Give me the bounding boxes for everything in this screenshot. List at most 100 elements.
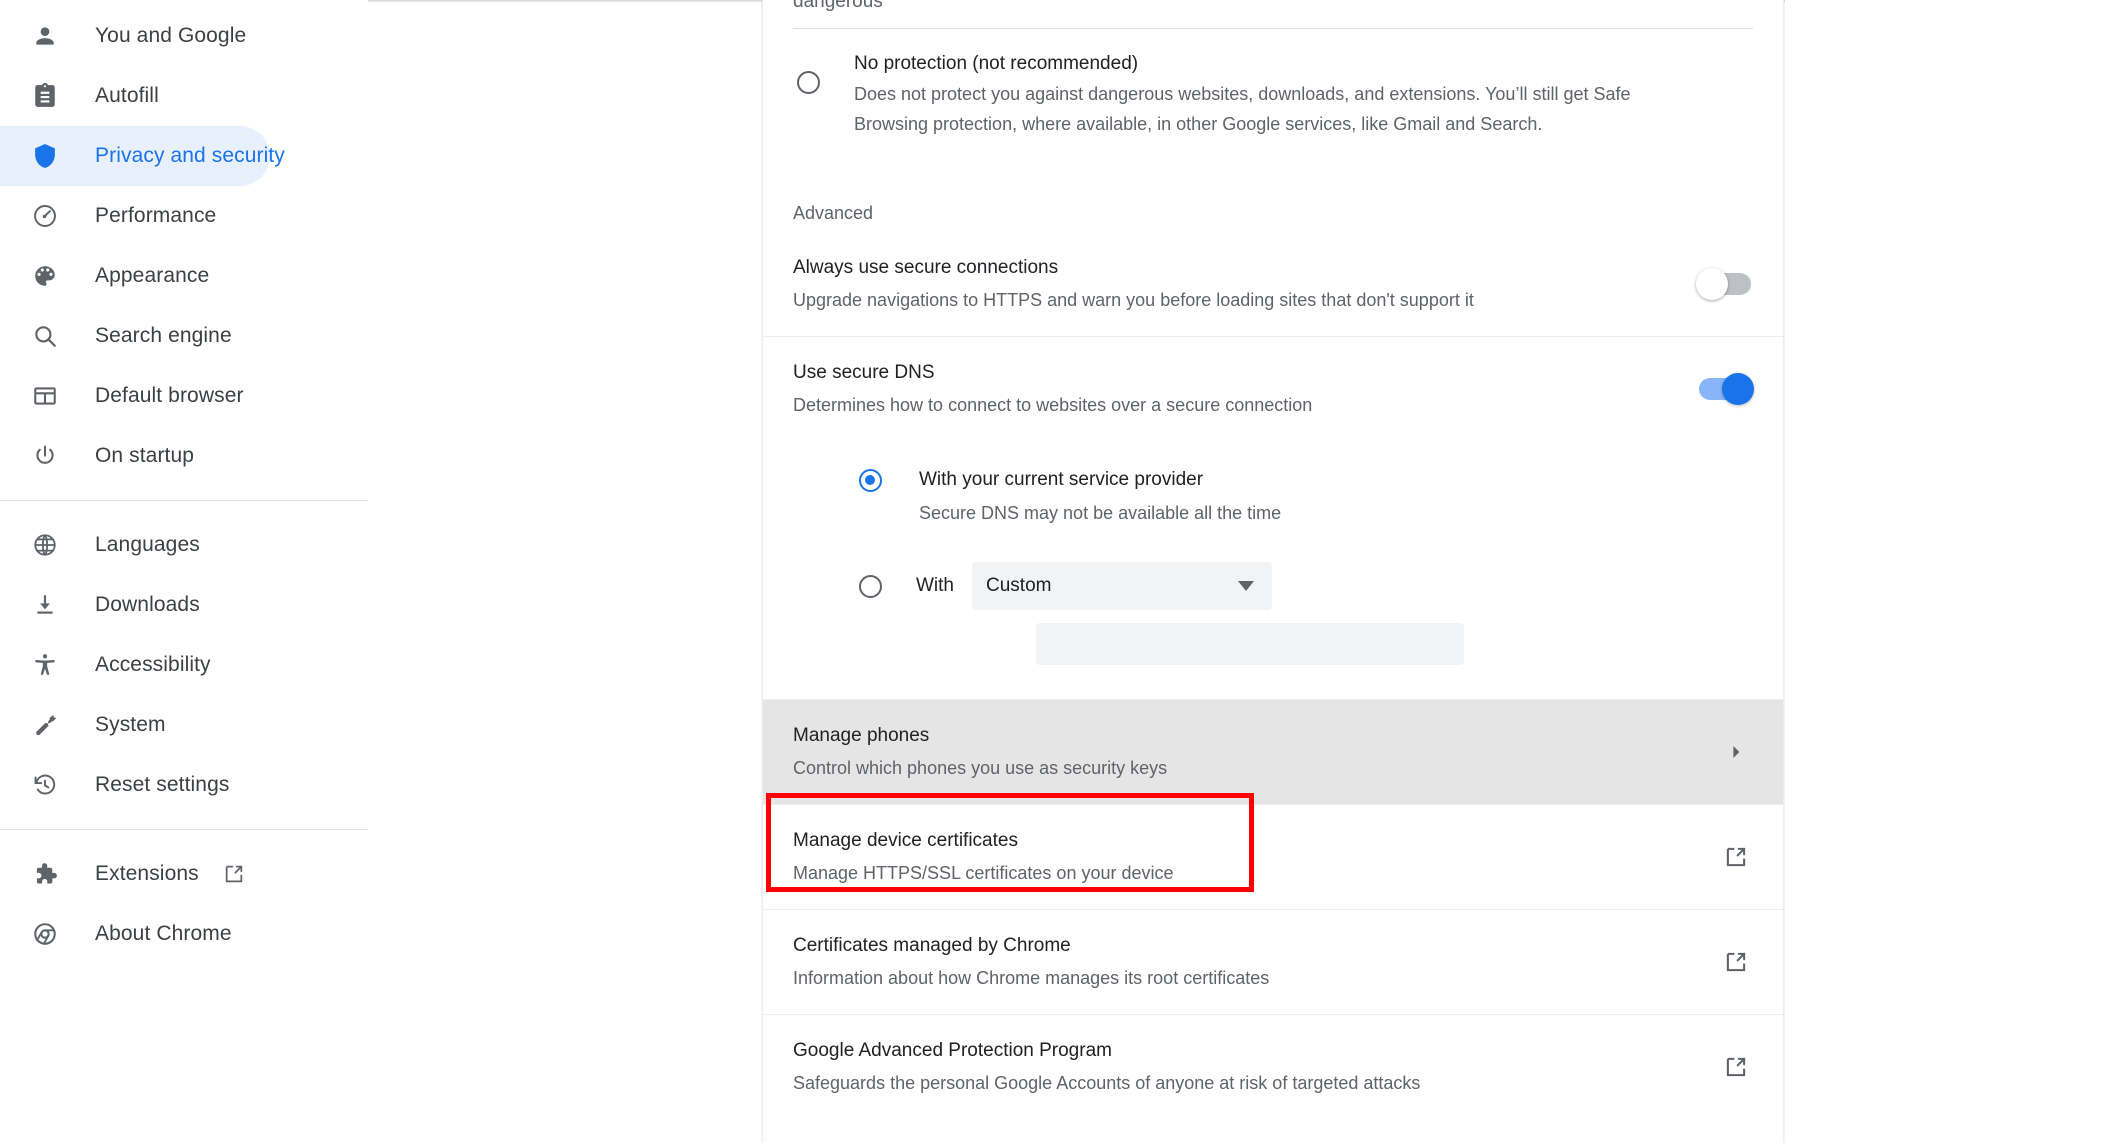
sidebar-item-reset-settings[interactable]: Reset settings (0, 755, 368, 815)
chrome-logo-icon (30, 919, 60, 949)
sidebar-item-label: Privacy and security (95, 144, 285, 167)
external-link-icon (223, 863, 245, 885)
sidebar-item-label: Autofill (95, 84, 159, 107)
manage-device-certificates-row[interactable]: Manage device certificates Manage HTTPS/… (763, 804, 1783, 909)
no-protection-desc-line1: Does not protect you against dangerous w… (854, 84, 1631, 104)
no-protection-option[interactable]: No protection (not recommended) Does not… (763, 29, 1783, 161)
clipped-label: dangerous (793, 0, 883, 12)
always-secure-desc: Upgrade navigations to HTTPS and warn yo… (793, 290, 1474, 310)
secure-dns-toggle[interactable] (1699, 373, 1754, 405)
secure-dns-title: Use secure DNS (793, 362, 935, 383)
toggle-knob (1722, 373, 1754, 405)
sidebar-item-label: Extensions (95, 862, 199, 885)
sidebar-item-appearance[interactable]: Appearance (0, 246, 368, 306)
always-secure-title: Always use secure connections (793, 257, 1059, 278)
certificates-managed-by-chrome-row[interactable]: Certificates managed by Chrome Informati… (763, 909, 1783, 1014)
sidebar-item-autofill[interactable]: Autofill (0, 66, 368, 126)
sidebar-item-label: You and Google (95, 24, 247, 47)
dns-provider-radio[interactable] (859, 469, 885, 492)
dns-provider-title: With your current service provider (919, 469, 1204, 490)
settings-sidebar: You and Google Autofill Privacy and secu… (0, 0, 368, 1143)
sidebar-item-label: Appearance (95, 264, 210, 287)
manage-device-certificates-title: Manage device certificates (793, 830, 1018, 851)
always-secure-text: Always use secure connections Upgrade na… (793, 254, 1699, 314)
radio-circle (859, 469, 882, 492)
browser-window-icon (30, 381, 60, 411)
always-secure-toggle[interactable] (1696, 268, 1751, 300)
dns-provider-select-value: Custom (986, 575, 1052, 596)
manage-phones-row[interactable]: Manage phones Control which phones you u… (763, 699, 1783, 804)
sidebar-item-about-chrome[interactable]: About Chrome (0, 904, 368, 964)
always-use-secure-connections-row[interactable]: Always use secure connections Upgrade na… (763, 232, 1783, 336)
puzzle-icon (30, 859, 60, 889)
sidebar-item-you-and-google[interactable]: You and Google (0, 6, 368, 66)
dns-custom-with-label: With (916, 575, 954, 596)
wrench-icon (30, 710, 60, 740)
google-advanced-protection-row[interactable]: Google Advanced Protection Program Safeg… (763, 1014, 1783, 1119)
chrome-settings-page: You and Google Autofill Privacy and secu… (0, 0, 2121, 1143)
sidebar-group-primary: You and Google Autofill Privacy and secu… (0, 6, 368, 486)
clipped-text-row: dangerous (763, 0, 1783, 28)
sidebar-item-privacy-and-security[interactable]: Privacy and security (0, 126, 285, 186)
sidebar-item-on-startup[interactable]: On startup (0, 426, 368, 486)
sidebar-item-search-engine[interactable]: Search engine (0, 306, 368, 366)
sidebar-divider-1 (0, 500, 368, 501)
certificates-managed-desc: Information about how Chrome manages its… (793, 968, 1270, 988)
dns-provider-select[interactable]: Custom (972, 562, 1272, 610)
no-protection-desc-line2: Browsing protection, where available, in… (854, 114, 1543, 134)
no-protection-text: No protection (not recommended) Does not… (854, 49, 1631, 139)
sidebar-item-label: About Chrome (95, 922, 232, 945)
speedometer-icon (30, 201, 60, 231)
external-link-icon[interactable] (1723, 1054, 1749, 1080)
settings-content-card: dangerous No protection (not recommended… (762, 0, 1784, 1143)
sidebar-item-label: System (95, 713, 166, 736)
certificates-managed-text: Certificates managed by Chrome Informati… (793, 932, 1723, 992)
sidebar-item-extensions[interactable]: Extensions (0, 844, 368, 904)
sidebar-item-label: Performance (95, 204, 217, 227)
right-empty-area (1785, 0, 2121, 1143)
clipboard-icon (30, 81, 60, 111)
dns-provider-sub: Secure DNS may not be available all the … (919, 503, 1282, 523)
certificates-managed-title: Certificates managed by Chrome (793, 935, 1071, 956)
manage-device-certificates-text: Manage device certificates Manage HTTPS/… (793, 827, 1723, 887)
sidebar-group-secondary: Languages Downloads Accessibility System (0, 515, 368, 815)
manage-device-certificates-desc: Manage HTTPS/SSL certificates on your de… (793, 863, 1174, 883)
sidebar-item-default-browser[interactable]: Default browser (0, 366, 368, 426)
toggle-knob (1696, 268, 1728, 300)
dns-option-current-provider[interactable]: With your current service provider Secur… (859, 467, 1753, 526)
dns-custom-radio[interactable] (859, 574, 882, 598)
dns-provider-labels: With your current service provider Secur… (919, 467, 1281, 526)
external-link-icon[interactable] (1723, 949, 1749, 975)
secure-dns-options: With your current service provider Secur… (763, 441, 1783, 699)
sidebar-item-performance[interactable]: Performance (0, 186, 368, 246)
dns-option-custom[interactable]: With Custom (859, 562, 1753, 610)
no-protection-title: No protection (not recommended) (854, 53, 1139, 74)
radio-circle (859, 574, 882, 598)
sidebar-item-label: Default browser (95, 384, 244, 407)
sidebar-item-system[interactable]: System (0, 695, 368, 755)
sidebar-group-tertiary: Extensions About Chrome (0, 844, 368, 964)
chevron-down-icon (1238, 581, 1254, 591)
power-icon (30, 441, 60, 471)
sidebar-item-accessibility[interactable]: Accessibility (0, 635, 368, 695)
palette-icon (30, 261, 60, 291)
manage-phones-desc: Control which phones you use as security… (793, 758, 1168, 778)
sidebar-item-label: On startup (95, 444, 195, 467)
use-secure-dns-row[interactable]: Use secure DNS Determines how to connect… (763, 336, 1783, 441)
person-icon (30, 21, 60, 51)
sidebar-item-label: Search engine (95, 324, 232, 347)
advanced-protection-desc: Safeguards the personal Google Accounts … (793, 1073, 1421, 1093)
no-protection-radio[interactable] (797, 71, 825, 99)
sidebar-item-label: Accessibility (95, 653, 211, 676)
dns-custom-input[interactable] (1036, 623, 1464, 665)
sidebar-item-languages[interactable]: Languages (0, 515, 368, 575)
advanced-section-label: Advanced (793, 203, 874, 223)
chevron-right-icon[interactable] (1725, 741, 1747, 763)
globe-icon (30, 530, 60, 560)
sidebar-item-label: Languages (95, 533, 200, 556)
history-restore-icon (30, 770, 60, 800)
external-link-icon[interactable] (1723, 844, 1749, 870)
sidebar-item-label: Reset settings (95, 773, 230, 796)
search-icon (30, 321, 60, 351)
sidebar-item-downloads[interactable]: Downloads (0, 575, 368, 635)
